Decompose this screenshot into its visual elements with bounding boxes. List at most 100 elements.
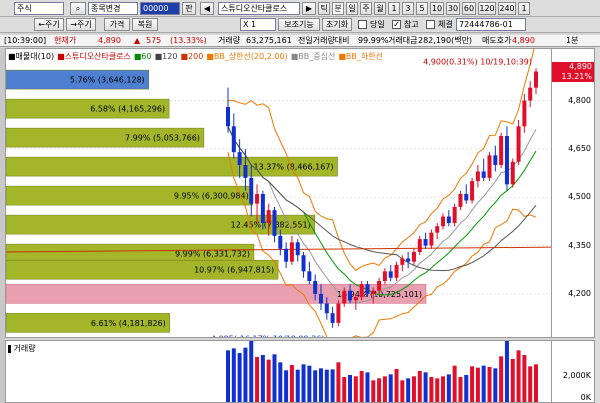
volume-legend: 거래량 <box>8 343 36 354</box>
candle-body-14 <box>307 271 312 281</box>
toolbar-row-2: ←주기 →주기 가격 복원 X 1 보조기능 초기화 당일 ✓ 참고 체결 72… <box>0 17 600 33</box>
legend-item-1: ■스튜디오산타클로스 <box>57 52 131 61</box>
candle-body-31 <box>406 258 411 262</box>
volume-bar-11 <box>289 365 294 402</box>
volume-bar-32 <box>411 376 416 402</box>
period-button-0[interactable]: 틱 <box>318 2 330 15</box>
chart-svg: 5.76% (3,646,128) 6.58% (4,165,296) 7.99% … <box>6 49 551 337</box>
legend-item-0: ■매물대(10) <box>8 52 55 61</box>
restore-button[interactable]: 복원 <box>132 18 158 31</box>
candle-body-51 <box>522 100 527 127</box>
right-scrollbar[interactable] <box>595 35 600 403</box>
multiplier-select[interactable]: X 1 <box>240 18 276 31</box>
volume-svg <box>226 341 538 402</box>
day-checkbox[interactable] <box>358 20 367 29</box>
period-button-6[interactable]: 3 <box>402 2 414 15</box>
time-label: [10:39:00] <box>4 36 47 45</box>
candle-body-9 <box>278 235 283 249</box>
volume-bar-53 <box>534 364 538 402</box>
volume-value: 63,275,161 <box>246 36 292 45</box>
volume-bar-16 <box>318 368 323 402</box>
aux-function-button[interactable]: 보조기능 <box>278 18 320 31</box>
price-axis-button[interactable]: 가격 <box>104 18 130 31</box>
stock-name-field[interactable]: 스튜디오산타클로스 <box>218 2 300 15</box>
volume-bar-21 <box>348 375 353 402</box>
period-button-8[interactable]: 10 <box>430 2 444 15</box>
volume-bar-8 <box>272 354 277 402</box>
period-button-1[interactable]: 분 <box>332 2 344 15</box>
volume-bar-24 <box>365 372 370 402</box>
candle-body-1 <box>231 126 236 153</box>
prev-cycle-button[interactable]: ←주기 <box>34 18 64 31</box>
candle-body-21 <box>348 290 353 301</box>
candle-body-44 <box>481 171 486 178</box>
period-button-4[interactable]: 월 <box>374 2 386 15</box>
candle-body-18 <box>330 313 335 323</box>
candle-body-40 <box>458 194 463 207</box>
price-axis[interactable]: 4,800 4,650 4,500 4,350 4,200 4,890 13.21% <box>552 48 595 338</box>
body-label: 체결 <box>438 20 453 29</box>
period-button-12[interactable]: 240 <box>498 2 516 15</box>
price-tick-2: 4,500 <box>568 192 591 202</box>
volume-profile-label-0: 5.76% (3,646,128) <box>70 76 145 85</box>
price-button[interactable]: 판 <box>182 2 196 15</box>
candle-body-12 <box>295 242 300 256</box>
legend-item-4: ■200 <box>180 52 204 61</box>
reset-button[interactable]: 초기화 <box>322 18 352 31</box>
account-field[interactable]: 72444786-01 <box>456 18 526 31</box>
search-icon[interactable]: ⌕ <box>70 2 86 15</box>
candle-body-32 <box>411 252 416 262</box>
candle-body-45 <box>487 155 492 178</box>
ref-checkbox[interactable]: ✓ <box>392 20 401 29</box>
candle-body-41 <box>464 194 469 201</box>
body-checkbox[interactable] <box>426 20 435 29</box>
candle-body-42 <box>470 181 475 201</box>
market-select[interactable]: 주식 <box>14 2 64 15</box>
volume-bar-50 <box>516 350 521 402</box>
candle-body-0 <box>226 107 230 127</box>
price-chart[interactable]: 5.76% (3,646,128) 6.58% (4,165,296) 7.99% … <box>5 48 552 338</box>
period-button-13[interactable]: 1 <box>518 2 530 15</box>
next-cycle-button[interactable]: →주기 <box>66 18 96 31</box>
volume-bar-17 <box>324 369 329 402</box>
high-annotation: 4,900(0.31%) 10/19,10:39) <box>423 57 532 66</box>
volume-bar-46 <box>493 368 498 402</box>
code-value[interactable]: 00000 <box>140 2 180 15</box>
period-button-3[interactable]: 주 <box>360 2 372 15</box>
volume-chart[interactable]: 거래량 <box>5 340 552 403</box>
price-change-pct: (13.33%) <box>170 36 207 45</box>
volume-bar-15 <box>313 370 318 402</box>
candle-body-17 <box>324 303 329 314</box>
legend-item-2: ■60 <box>133 52 152 61</box>
period-button-11[interactable]: 120 <box>478 2 496 15</box>
volume-bar-13 <box>301 364 306 402</box>
period-button-9[interactable]: 30 <box>446 2 460 15</box>
volume-bar-10 <box>284 370 289 402</box>
period-button-2[interactable]: 일 <box>346 2 358 15</box>
candle-body-43 <box>475 171 480 182</box>
candle-body-47 <box>499 136 504 165</box>
volume-bar-23 <box>359 371 364 402</box>
day-label: 당일 <box>370 20 385 29</box>
volume-profile-label-4: 9.95% (6,300,984) <box>174 192 249 201</box>
code-input[interactable]: 종목변경 <box>88 2 138 15</box>
legend-item-7: ■BB_하한선 <box>338 52 383 61</box>
next-icon[interactable]: ▶ <box>302 2 316 15</box>
volume-bar-35 <box>429 377 434 402</box>
volume-bar-22 <box>353 376 358 402</box>
volume-bar-25 <box>371 380 376 402</box>
volume-profile-label-9: 6.61% (4,181,826) <box>91 319 166 328</box>
period-button-5[interactable]: 1 <box>388 2 400 15</box>
volume-bar-26 <box>377 378 382 402</box>
volume-bar-36 <box>435 378 440 402</box>
volume-legend-label: 거래량 <box>13 344 36 353</box>
period-button-10[interactable]: 60 <box>462 2 476 15</box>
period-button-7[interactable]: 5 <box>416 2 428 15</box>
volume-bar-47 <box>499 356 504 402</box>
volume-bar-52 <box>528 366 533 402</box>
volume-bar-37 <box>441 376 446 402</box>
volume-profile-label-3: 13.37% (8,466,167) <box>254 163 334 172</box>
candle-body-4 <box>249 177 254 204</box>
candle-body-5 <box>255 194 260 204</box>
prev-icon[interactable]: ◀ <box>200 2 214 15</box>
